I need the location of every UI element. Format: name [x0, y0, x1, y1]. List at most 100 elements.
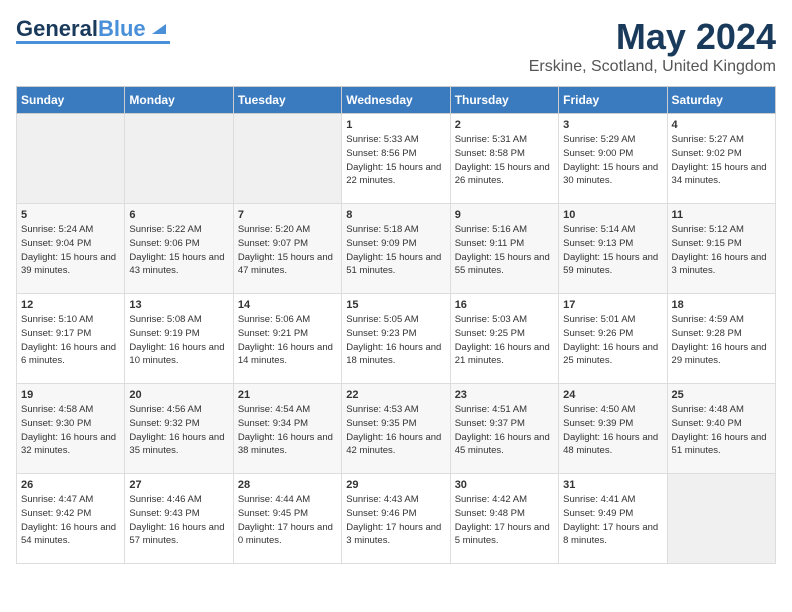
day-info: Sunrise: 4:58 AMSunset: 9:30 PMDaylight:… — [21, 403, 120, 458]
title-area: May 2024 Erskine, Scotland, United Kingd… — [529, 16, 776, 76]
calendar-cell: 16 Sunrise: 5:03 AMSunset: 9:25 PMDayligh… — [450, 294, 558, 384]
calendar-header-row: SundayMondayTuesdayWednesdayThursdayFrid… — [17, 87, 776, 114]
day-number: 24 — [563, 389, 662, 401]
day-info: Sunrise: 5:05 AMSunset: 9:23 PMDaylight:… — [346, 313, 445, 368]
day-info: Sunrise: 4:42 AMSunset: 9:48 PMDaylight:… — [455, 493, 554, 548]
logo-underline — [16, 41, 170, 44]
calendar-cell: 6 Sunrise: 5:22 AMSunset: 9:06 PMDaylight… — [125, 204, 233, 294]
day-number: 2 — [455, 119, 554, 131]
calendar-cell: 14 Sunrise: 5:06 AMSunset: 9:21 PMDayligh… — [233, 294, 341, 384]
day-info: Sunrise: 5:20 AMSunset: 9:07 PMDaylight:… — [238, 223, 337, 278]
calendar-cell: 1 Sunrise: 5:33 AMSunset: 8:56 PMDaylight… — [342, 114, 450, 204]
calendar-week-row: 5 Sunrise: 5:24 AMSunset: 9:04 PMDaylight… — [17, 204, 776, 294]
day-number: 30 — [455, 479, 554, 491]
day-info: Sunrise: 5:06 AMSunset: 9:21 PMDaylight:… — [238, 313, 337, 368]
day-number: 6 — [129, 209, 228, 221]
day-info: Sunrise: 5:24 AMSunset: 9:04 PMDaylight:… — [21, 223, 120, 278]
day-number: 3 — [563, 119, 662, 131]
calendar-cell: 10 Sunrise: 5:14 AMSunset: 9:13 PMDayligh… — [559, 204, 667, 294]
day-info: Sunrise: 4:44 AMSunset: 9:45 PMDaylight:… — [238, 493, 337, 548]
day-info: Sunrise: 4:59 AMSunset: 9:28 PMDaylight:… — [672, 313, 771, 368]
day-info: Sunrise: 4:54 AMSunset: 9:34 PMDaylight:… — [238, 403, 337, 458]
day-number: 18 — [672, 299, 771, 311]
calendar-cell: 24Sunrise: 4:50 AMSunset: 9:39 PMDayligh… — [559, 384, 667, 474]
calendar-cell: 29 Sunrise: 4:43 AMSunset: 9:46 PMDayligh… — [342, 474, 450, 564]
day-info: Sunrise: 5:01 AMSunset: 9:26 PMDaylight:… — [563, 313, 662, 368]
calendar-body: 1 Sunrise: 5:33 AMSunset: 8:56 PMDaylight… — [17, 114, 776, 564]
weekday-header-friday: Friday — [559, 87, 667, 114]
calendar-cell: 11Sunrise: 5:12 AMSunset: 9:15 PMDayligh… — [667, 204, 775, 294]
day-number: 25 — [672, 389, 771, 401]
day-info: Sunrise: 5:27 AMSunset: 9:02 PMDaylight:… — [672, 133, 771, 188]
calendar-cell: 21Sunrise: 4:54 AMSunset: 9:34 PMDayligh… — [233, 384, 341, 474]
day-info: Sunrise: 5:33 AMSunset: 8:56 PMDaylight:… — [346, 133, 445, 188]
day-info: Sunrise: 5:16 AMSunset: 9:11 PMDaylight:… — [455, 223, 554, 278]
calendar-cell: 25 Sunrise: 4:48 AMSunset: 9:40 PMDayligh… — [667, 384, 775, 474]
day-number: 29 — [346, 479, 445, 491]
calendar-week-row: 12 Sunrise: 5:10 AMSunset: 9:17 PMDayligh… — [17, 294, 776, 384]
page-header: GeneralBlue May 2024 Erskine, Scotland, … — [16, 16, 776, 76]
day-info: Sunrise: 5:22 AMSunset: 9:06 PMDaylight:… — [129, 223, 228, 278]
logo: GeneralBlue — [16, 16, 170, 44]
day-info: Sunrise: 4:51 AMSunset: 9:37 PMDaylight:… — [455, 403, 554, 458]
logo-text: GeneralBlue — [16, 18, 146, 40]
weekday-header-sunday: Sunday — [17, 87, 125, 114]
calendar-cell: 17Sunrise: 5:01 AMSunset: 9:26 PMDayligh… — [559, 294, 667, 384]
calendar-cell: 7 Sunrise: 5:20 AMSunset: 9:07 PMDaylight… — [233, 204, 341, 294]
weekday-header-thursday: Thursday — [450, 87, 558, 114]
day-number: 7 — [238, 209, 337, 221]
calendar-cell: 30 Sunrise: 4:42 AMSunset: 9:48 PMDayligh… — [450, 474, 558, 564]
calendar-cell: 4 Sunrise: 5:27 AMSunset: 9:02 PMDaylight… — [667, 114, 775, 204]
day-info: Sunrise: 4:43 AMSunset: 9:46 PMDaylight:… — [346, 493, 445, 548]
day-number: 16 — [455, 299, 554, 311]
day-number: 8 — [346, 209, 445, 221]
day-info: Sunrise: 4:53 AMSunset: 9:35 PMDaylight:… — [346, 403, 445, 458]
month-title: May 2024 — [529, 16, 776, 58]
day-info: Sunrise: 5:08 AMSunset: 9:19 PMDaylight:… — [129, 313, 228, 368]
day-info: Sunrise: 4:41 AMSunset: 9:49 PMDaylight:… — [563, 493, 662, 548]
day-info: Sunrise: 5:03 AMSunset: 9:25 PMDaylight:… — [455, 313, 554, 368]
day-info: Sunrise: 4:47 AMSunset: 9:42 PMDaylight:… — [21, 493, 120, 548]
calendar-cell: 13 Sunrise: 5:08 AMSunset: 9:19 PMDayligh… — [125, 294, 233, 384]
calendar-cell: 9Sunrise: 5:16 AMSunset: 9:11 PMDaylight… — [450, 204, 558, 294]
calendar-cell: 8Sunrise: 5:18 AMSunset: 9:09 PMDaylight… — [342, 204, 450, 294]
day-number: 11 — [672, 209, 771, 221]
calendar-cell: 28Sunrise: 4:44 AMSunset: 9:45 PMDayligh… — [233, 474, 341, 564]
location: Erskine, Scotland, United Kingdom — [529, 58, 776, 76]
calendar-table: SundayMondayTuesdayWednesdayThursdayFrid… — [16, 86, 776, 564]
day-info: Sunrise: 5:29 AMSunset: 9:00 PMDaylight:… — [563, 133, 662, 188]
day-info: Sunrise: 4:46 AMSunset: 9:43 PMDaylight:… — [129, 493, 228, 548]
calendar-cell: 12 Sunrise: 5:10 AMSunset: 9:17 PMDayligh… — [17, 294, 125, 384]
day-info: Sunrise: 5:14 AMSunset: 9:13 PMDaylight:… — [563, 223, 662, 278]
day-number: 1 — [346, 119, 445, 131]
day-number: 13 — [129, 299, 228, 311]
day-number: 4 — [672, 119, 771, 131]
day-number: 19 — [21, 389, 120, 401]
day-number: 31 — [563, 479, 662, 491]
calendar-week-row: 19 Sunrise: 4:58 AMSunset: 9:30 PMDayligh… — [17, 384, 776, 474]
calendar-cell — [125, 114, 233, 204]
day-info: Sunrise: 5:10 AMSunset: 9:17 PMDaylight:… — [21, 313, 120, 368]
day-number: 14 — [238, 299, 337, 311]
calendar-cell: 23Sunrise: 4:51 AMSunset: 9:37 PMDayligh… — [450, 384, 558, 474]
calendar-cell: 27 Sunrise: 4:46 AMSunset: 9:43 PMDayligh… — [125, 474, 233, 564]
day-info: Sunrise: 4:48 AMSunset: 9:40 PMDaylight:… — [672, 403, 771, 458]
calendar-cell: 19 Sunrise: 4:58 AMSunset: 9:30 PMDayligh… — [17, 384, 125, 474]
calendar-cell: 31 Sunrise: 4:41 AMSunset: 9:49 PMDayligh… — [559, 474, 667, 564]
day-number: 20 — [129, 389, 228, 401]
logo-icon — [148, 16, 170, 38]
day-number: 26 — [21, 479, 120, 491]
weekday-header-wednesday: Wednesday — [342, 87, 450, 114]
day-info: Sunrise: 5:31 AMSunset: 8:58 PMDaylight:… — [455, 133, 554, 188]
day-number: 12 — [21, 299, 120, 311]
calendar-cell — [233, 114, 341, 204]
day-number: 5 — [21, 209, 120, 221]
calendar-cell: 3 Sunrise: 5:29 AMSunset: 9:00 PMDaylight… — [559, 114, 667, 204]
day-number: 10 — [563, 209, 662, 221]
day-number: 27 — [129, 479, 228, 491]
calendar-cell: 26 Sunrise: 4:47 AMSunset: 9:42 PMDayligh… — [17, 474, 125, 564]
calendar-cell: 20Sunrise: 4:56 AMSunset: 9:32 PMDayligh… — [125, 384, 233, 474]
calendar-cell: 5 Sunrise: 5:24 AMSunset: 9:04 PMDaylight… — [17, 204, 125, 294]
weekday-header-monday: Monday — [125, 87, 233, 114]
calendar-cell: 18 Sunrise: 4:59 AMSunset: 9:28 PMDayligh… — [667, 294, 775, 384]
